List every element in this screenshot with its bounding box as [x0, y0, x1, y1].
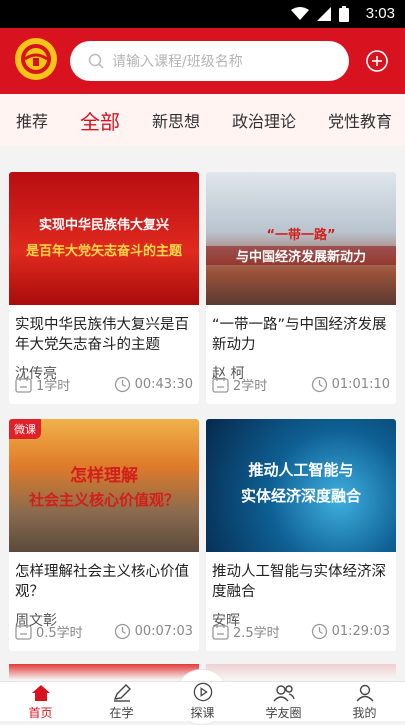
play-icon — [193, 682, 212, 702]
thumb-caption-line1: “一带一路” — [266, 228, 336, 243]
tab-new-thought[interactable]: 新思想 — [152, 108, 200, 132]
course-card[interactable]: 实现中华民族伟大复兴 是百年大党矢志奋斗的主题 实现中华民族伟大复兴是百年大党矢… — [9, 172, 199, 404]
thumb-caption-line1: 实现中华民族伟大复兴 — [38, 218, 169, 233]
tab-all[interactable]: 全部 — [80, 106, 120, 135]
calendar-icon — [212, 624, 229, 640]
tab-recommend[interactable]: 推荐 — [16, 108, 48, 132]
status-bar: 3:03 — [0, 0, 405, 28]
clock-icon — [114, 623, 130, 640]
nav-friends-label: 学友圈 — [265, 706, 302, 720]
course-duration: 00:43:30 — [134, 377, 193, 392]
course-card[interactable]: 推动人工智能与 实体经济深度融合 推动人工智能与实体经济深度融合 安晖 2.5学… — [206, 419, 396, 651]
status-icons — [291, 6, 349, 22]
course-meta: 2.5学时 01:29:03 — [212, 622, 390, 641]
nav-profile[interactable]: 我的 — [324, 682, 405, 721]
nav-home-label: 首页 — [28, 706, 53, 720]
course-hours: 0.5学时 — [36, 626, 83, 641]
course-meta: 2学时 01:01:10 — [212, 375, 390, 394]
course-title: 推动人工智能与实体经济深度融合 — [212, 564, 386, 600]
course-thumbnail: 实现中华民族伟大复兴 是百年大党矢志奋斗的主题 — [9, 172, 199, 305]
search-icon — [88, 53, 104, 69]
calendar-icon — [15, 377, 32, 393]
micro-course-badge: 微课 — [9, 419, 41, 439]
status-time: 3:03 — [365, 5, 395, 22]
home-icon — [31, 685, 50, 701]
wifi-icon — [291, 7, 309, 20]
course-card-partial[interactable] — [9, 664, 199, 680]
add-circle-icon[interactable] — [365, 49, 389, 73]
course-title: 实现中华民族伟大复兴是百年大党矢志奋斗的主题 — [15, 317, 189, 353]
nav-friends[interactable]: 学友圈 — [243, 682, 324, 721]
thumb-caption-line1: 怎样理解 — [70, 466, 138, 486]
course-title: 怎样理解社会主义核心价值观？ — [15, 564, 189, 600]
course-thumbnail: 微课 怎样理解 社会主义核心价值观？ — [9, 419, 199, 552]
clock-icon — [311, 376, 327, 393]
logo-emblem-icon — [21, 44, 51, 74]
nav-home[interactable]: 首页 — [0, 682, 81, 721]
calendar-icon — [212, 377, 229, 393]
friends-icon — [272, 685, 295, 702]
nav-explore[interactable]: 探课 — [162, 682, 243, 721]
course-thumbnail: 推动人工智能与 实体经济深度融合 — [206, 419, 396, 552]
course-meta: 1学时 00:43:30 — [15, 375, 193, 394]
nav-explore-label: 探课 — [190, 706, 215, 720]
pen-icon — [113, 684, 131, 702]
course-thumbnail: “一带一路” 与中国经济发展新动力 — [206, 172, 396, 305]
party-logo[interactable] — [15, 38, 57, 80]
tab-political-theory[interactable]: 政治理论 — [232, 108, 296, 132]
course-hours: 2.5学时 — [233, 626, 280, 641]
thumb-caption-line2: 实体经济深度融合 — [240, 487, 361, 505]
course-duration: 01:01:10 — [331, 377, 390, 392]
clock-icon — [114, 376, 130, 393]
course-title: “一带一路”与中国经济发展新动力 — [212, 317, 387, 353]
nav-studying[interactable]: 在学 — [81, 682, 162, 721]
nav-studying-label: 在学 — [109, 706, 134, 720]
bottom-nav: 首页 在学 探课 学友圈 我的 — [0, 681, 405, 721]
thumb-caption-line2: 与中国经济发展新动力 — [206, 246, 396, 265]
calendar-icon — [15, 624, 32, 640]
nav-profile-label: 我的 — [352, 706, 377, 720]
tab-party-education[interactable]: 党性教育 — [328, 108, 392, 132]
thumb-caption-line2: 社会主义核心价值观？ — [28, 491, 179, 509]
thumb-caption-line1: 推动人工智能与 — [248, 461, 354, 479]
user-icon — [355, 684, 374, 702]
app-header: 请输入课程/班级名称 — [0, 28, 405, 94]
course-hours: 1学时 — [36, 379, 71, 394]
course-duration: 01:29:03 — [331, 624, 390, 639]
thumb-caption-line2: 是百年大党矢志奋斗的主题 — [25, 244, 182, 259]
search-input[interactable]: 请输入课程/班级名称 — [70, 41, 349, 81]
category-tabs: 推荐 全部 新思想 政治理论 党性教育 — [0, 94, 405, 146]
course-card[interactable]: “一带一路” 与中国经济发展新动力 “一带一路”与中国经济发展新动力 赵 柯 2… — [206, 172, 396, 404]
battery-icon — [339, 6, 349, 22]
clock-icon — [311, 623, 327, 640]
search-placeholder: 请输入课程/班级名称 — [112, 54, 243, 70]
course-duration: 00:07:03 — [134, 624, 193, 639]
course-card[interactable]: 微课 怎样理解 社会主义核心价值观？ 怎样理解社会主义核心价值观？ 周文彰 0.… — [9, 419, 199, 651]
course-hours: 2学时 — [233, 379, 268, 394]
course-card-partial[interactable] — [206, 664, 396, 680]
course-meta: 0.5学时 00:07:03 — [15, 622, 193, 641]
signal-icon — [317, 7, 331, 21]
